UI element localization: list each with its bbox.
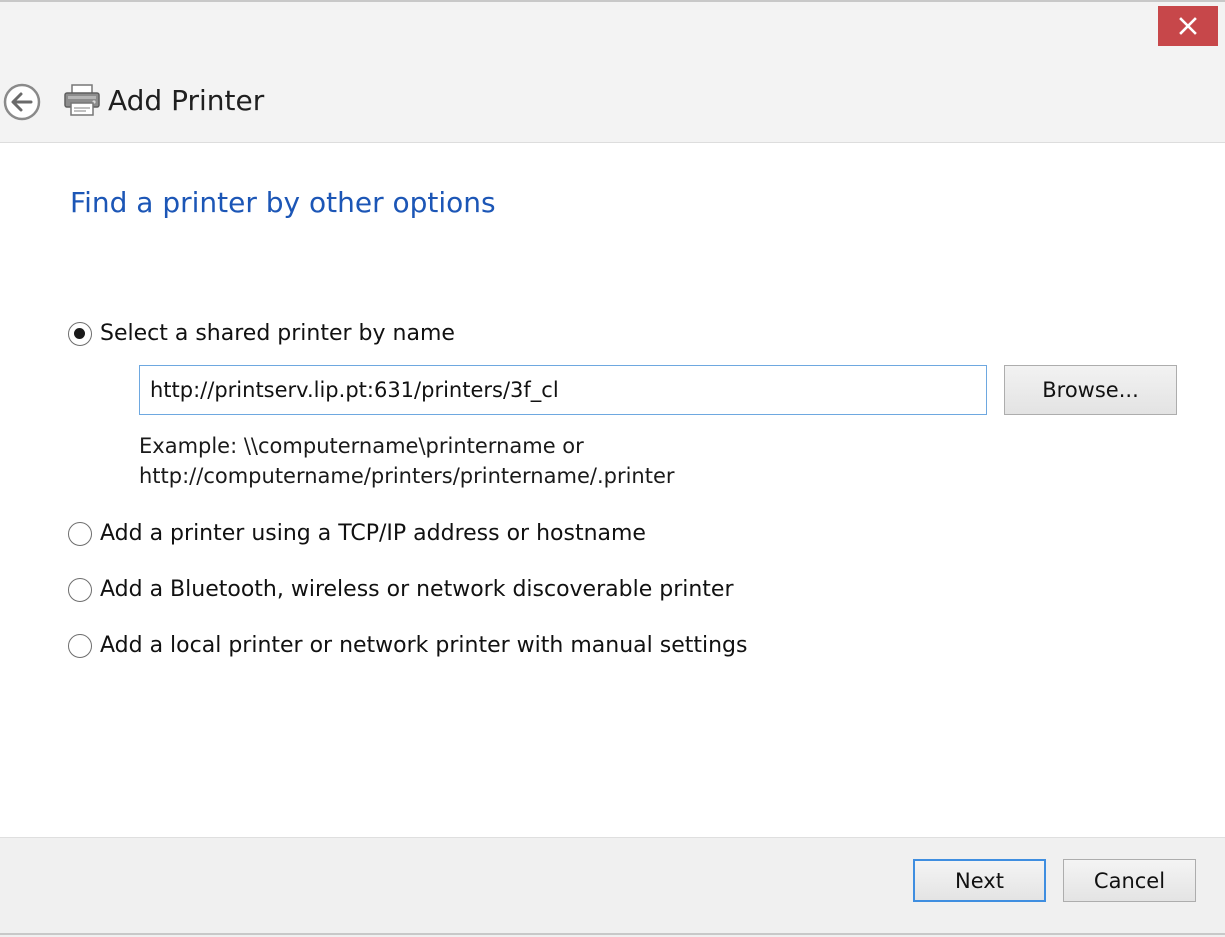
printer-icon xyxy=(64,84,100,116)
option-label: Add a local printer or network printer w… xyxy=(100,633,748,658)
add-printer-window: Add Printer Find a printer by other opti… xyxy=(0,0,1225,937)
option-tcpip[interactable]: Add a printer using a TCP/IP address or … xyxy=(68,519,646,549)
example-line: Example: \\computername\printername or xyxy=(139,434,584,458)
radio-button-selected[interactable] xyxy=(68,322,92,346)
next-button[interactable]: Next xyxy=(913,859,1046,902)
close-icon xyxy=(1179,17,1197,35)
wizard-footer: Next Cancel xyxy=(0,837,1225,937)
back-arrow-icon xyxy=(3,83,41,121)
option-bluetooth-wireless[interactable]: Add a Bluetooth, wireless or network dis… xyxy=(68,575,734,605)
window-title: Add Printer xyxy=(108,84,265,117)
example-line: http://computername/printers/printername… xyxy=(139,464,675,488)
cancel-button[interactable]: Cancel xyxy=(1063,859,1196,902)
page-heading: Find a printer by other options xyxy=(70,186,496,219)
option-label: Add a Bluetooth, wireless or network dis… xyxy=(100,577,734,602)
example-hint: Example: \\computername\printername or h… xyxy=(139,431,675,491)
option-label: Select a shared printer by name xyxy=(100,321,455,346)
wizard-header: Add Printer xyxy=(0,50,1225,143)
browse-button[interactable]: Browse... xyxy=(1004,365,1177,415)
option-shared-printer[interactable]: Select a shared printer by name xyxy=(68,319,455,349)
wizard-content: Find a printer by other options Select a… xyxy=(0,143,1225,837)
radio-button[interactable] xyxy=(68,578,92,602)
printer-name-input[interactable] xyxy=(139,365,987,415)
back-button[interactable] xyxy=(2,82,42,122)
option-local-manual[interactable]: Add a local printer or network printer w… xyxy=(68,631,747,661)
radio-button[interactable] xyxy=(68,522,92,546)
title-bar xyxy=(0,2,1225,50)
option-label: Add a printer using a TCP/IP address or … xyxy=(100,521,646,546)
close-button[interactable] xyxy=(1158,6,1218,46)
radio-button[interactable] xyxy=(68,634,92,658)
